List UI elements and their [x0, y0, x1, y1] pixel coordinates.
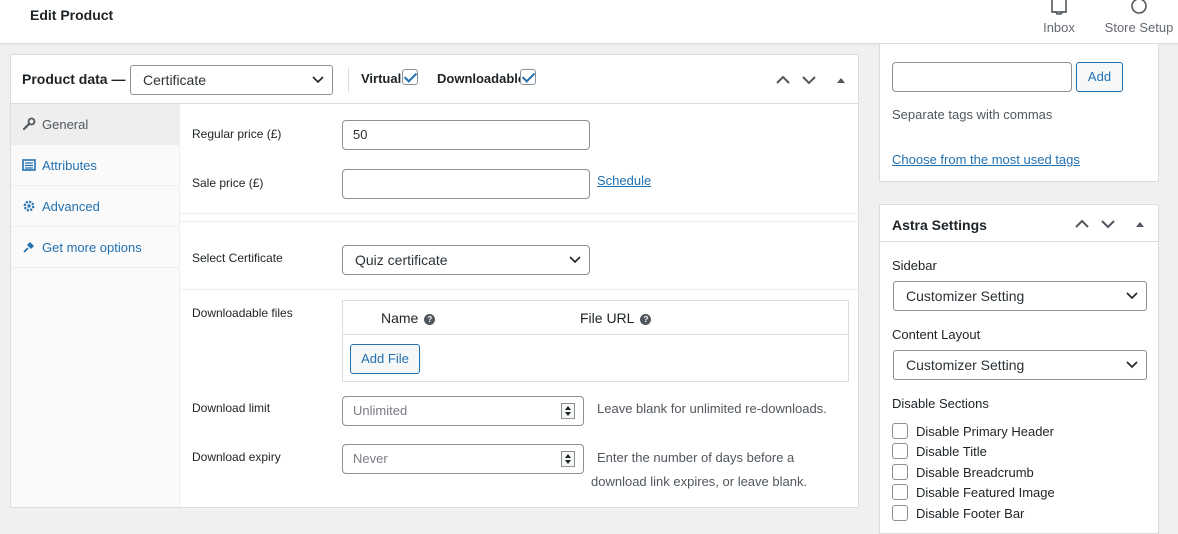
tab-general[interactable]: General: [11, 104, 179, 145]
move-up-icon[interactable]: [1074, 216, 1090, 232]
sidebar-select-value: Customizer Setting: [906, 288, 1025, 304]
product-data-panel: Product data — Certificate Virtual: Down…: [10, 54, 859, 508]
tab-general-label: General: [42, 117, 89, 132]
sidebar-label: Sidebar: [892, 258, 937, 273]
product-data-tabs: General Attributes Advanced Get more opt…: [11, 104, 180, 507]
add-file-button[interactable]: Add File: [350, 344, 420, 374]
virtual-label: Virtual:: [361, 71, 406, 86]
disable-primary-header-checkbox[interactable]: [892, 423, 908, 439]
gear-icon: [23, 200, 35, 212]
astra-settings-header: Astra Settings: [880, 205, 1158, 242]
collapse-toggle-icon[interactable]: [1132, 216, 1148, 232]
section-divider: [180, 213, 858, 214]
add-tag-button[interactable]: Add: [1076, 62, 1123, 92]
download-limit-input[interactable]: Unlimited: [342, 396, 584, 426]
inbox-label: Inbox: [1043, 20, 1075, 35]
chevron-down-icon: [1126, 292, 1138, 300]
collapse-toggle-icon[interactable]: [833, 72, 849, 88]
tab-get-more-options-label: Get more options: [42, 240, 142, 255]
certificate-select[interactable]: Quiz certificate: [342, 245, 590, 275]
chevron-down-icon: [569, 256, 581, 264]
tags-hint: Separate tags with commas: [892, 107, 1053, 122]
sale-price-label: Sale price (£): [192, 176, 264, 190]
disable-featured-image-checkbox[interactable]: [892, 484, 908, 500]
content-layout-select-value: Customizer Setting: [906, 357, 1025, 373]
store-setup-button[interactable]: Store Setup: [1100, 0, 1178, 44]
tab-get-more-options[interactable]: Get more options: [11, 227, 179, 268]
download-limit-label: Download limit: [192, 401, 271, 415]
tab-advanced-label: Advanced: [42, 199, 100, 214]
inbox-button[interactable]: Inbox: [1036, 0, 1082, 44]
download-limit-help: Leave blank for unlimited re-downloads.: [597, 401, 827, 416]
move-down-icon[interactable]: [801, 72, 817, 88]
column-file-url: File URL?: [580, 310, 652, 326]
most-used-tags-link[interactable]: Choose from the most used tags: [892, 148, 1080, 172]
move-up-icon[interactable]: [775, 72, 791, 88]
product-type-select[interactable]: Certificate: [130, 65, 333, 95]
disable-breadcrumb-checkbox[interactable]: [892, 464, 908, 480]
disable-breadcrumb-option[interactable]: Disable Breadcrumb: [892, 464, 1034, 482]
regular-price-label: Regular price (£): [192, 127, 282, 141]
store-setup-icon: [1131, 0, 1147, 14]
disable-footer-bar-option[interactable]: Disable Footer Bar: [892, 505, 1024, 523]
move-down-icon[interactable]: [1100, 216, 1116, 232]
chevron-down-icon: [1126, 361, 1138, 369]
download-expiry-label: Download expiry: [192, 450, 281, 464]
page-title: Edit Product: [30, 7, 114, 23]
chevron-down-icon: [312, 76, 324, 84]
tags-panel: Add Separate tags with commas Choose fro…: [879, 44, 1159, 182]
wrench-icon: [22, 117, 36, 131]
select-certificate-label: Select Certificate: [192, 251, 283, 265]
inbox-icon: [1051, 0, 1067, 15]
help-icon[interactable]: ?: [640, 313, 652, 325]
top-bar: Edit Product Inbox Store Setup: [0, 0, 1178, 44]
astra-settings-panel: Astra Settings Sidebar Customizer Settin…: [879, 204, 1159, 534]
download-limit-placeholder: Unlimited: [353, 403, 408, 418]
downloadable-files-table: Name? File URL? Add File: [342, 300, 849, 382]
product-type-value: Certificate: [143, 72, 207, 88]
downloadable-label: Downloadable:: [437, 71, 530, 86]
disable-sections-label: Disable Sections: [892, 396, 989, 411]
store-setup-label: Store Setup: [1104, 20, 1174, 35]
content-layout-select[interactable]: Customizer Setting: [893, 350, 1147, 380]
content-layout-label: Content Layout: [892, 327, 981, 342]
tab-attributes-label: Attributes: [42, 158, 97, 173]
sale-price-input[interactable]: [342, 169, 590, 199]
tab-advanced[interactable]: Advanced: [11, 186, 179, 227]
disable-footer-bar-checkbox[interactable]: [892, 505, 908, 521]
regular-price-input[interactable]: 50: [342, 120, 590, 150]
help-icon[interactable]: ?: [424, 313, 436, 325]
download-expiry-help-line1: Enter the number of days before a: [597, 450, 795, 465]
column-name: Name?: [381, 310, 436, 326]
download-expiry-input[interactable]: Never: [342, 444, 584, 474]
virtual-checkbox[interactable]: [402, 69, 418, 85]
disable-featured-image-option[interactable]: Disable Featured Image: [892, 484, 1055, 502]
downloadable-checkbox[interactable]: [520, 69, 536, 85]
downloadable-files-label: Downloadable files: [192, 306, 293, 320]
download-expiry-placeholder: Never: [353, 451, 388, 466]
certificate-value: Quiz certificate: [355, 252, 448, 268]
tab-attributes[interactable]: Attributes: [11, 145, 179, 186]
disable-title-option[interactable]: Disable Title: [892, 443, 987, 461]
disable-title-checkbox[interactable]: [892, 443, 908, 459]
files-table-header: Name? File URL?: [343, 301, 848, 335]
schedule-link[interactable]: Schedule: [597, 169, 651, 193]
list-icon: [22, 159, 36, 171]
number-stepper[interactable]: [561, 451, 575, 467]
number-stepper[interactable]: [561, 403, 575, 419]
section-divider: [180, 221, 858, 222]
section-divider: [180, 289, 858, 290]
disable-primary-header-option[interactable]: Disable Primary Header: [892, 423, 1054, 441]
product-data-title: Product data —: [22, 71, 126, 87]
astra-settings-title: Astra Settings: [892, 217, 987, 233]
plugin-icon: [23, 242, 34, 253]
download-expiry-help-line2: download link expires, or leave blank.: [591, 474, 808, 489]
tags-input[interactable]: [892, 62, 1072, 92]
product-data-header: Product data — Certificate Virtual: Down…: [11, 55, 858, 104]
header-divider: [348, 68, 349, 92]
sidebar-select[interactable]: Customizer Setting: [893, 281, 1147, 311]
regular-price-value: 50: [353, 127, 368, 142]
